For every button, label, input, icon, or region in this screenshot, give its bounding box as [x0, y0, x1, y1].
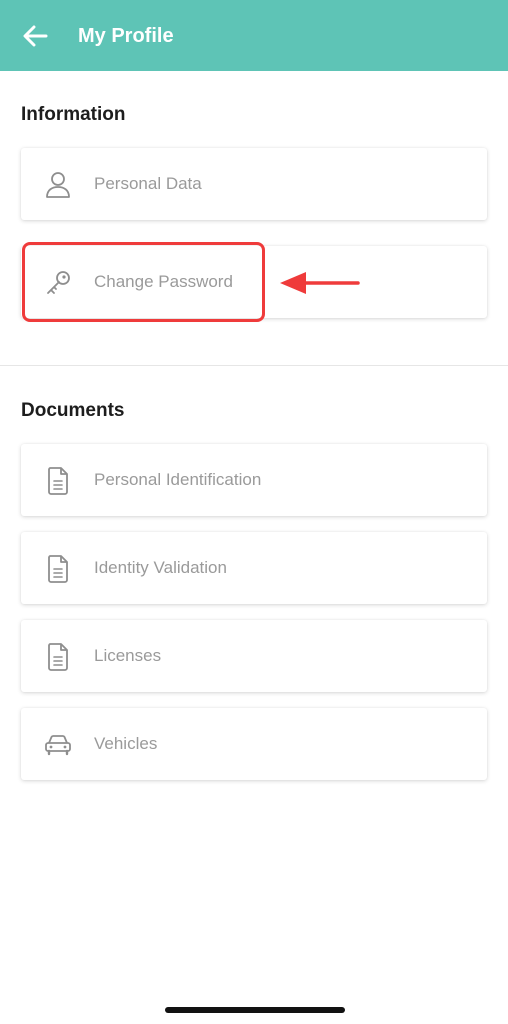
change-password-label: Change Password — [94, 272, 233, 291]
section-heading-documents: Documents — [21, 400, 125, 421]
personal-data-item[interactable]: Personal Data — [21, 148, 487, 220]
page-title: My Profile — [78, 25, 174, 47]
document-icon — [43, 554, 73, 584]
back-button[interactable] — [20, 22, 50, 50]
licenses-item[interactable]: Licenses — [21, 620, 487, 692]
section-heading-information: Information — [21, 104, 126, 125]
section-divider — [0, 365, 508, 366]
change-password-item[interactable]: Change Password — [21, 246, 487, 318]
personal-identification-label: Personal Identification — [94, 470, 262, 489]
person-icon — [43, 170, 73, 200]
licenses-label: Licenses — [94, 646, 162, 665]
personal-data-label: Personal Data — [94, 174, 202, 193]
home-indicator[interactable] — [165, 1007, 345, 1013]
vehicles-label: Vehicles — [94, 734, 158, 753]
arrow-left-icon — [23, 25, 48, 47]
document-icon — [43, 642, 73, 672]
personal-identification-item[interactable]: Personal Identification — [21, 444, 487, 516]
car-icon — [43, 730, 73, 760]
profile-screen: My Profile Information Personal Data Cha… — [0, 0, 508, 1024]
identity-validation-item[interactable]: Identity Validation — [21, 532, 487, 604]
identity-validation-label: Identity Validation — [94, 558, 227, 577]
vehicles-item[interactable]: Vehicles — [21, 708, 487, 780]
app-header: My Profile — [0, 0, 508, 71]
document-icon — [43, 466, 73, 496]
key-icon — [43, 268, 73, 298]
